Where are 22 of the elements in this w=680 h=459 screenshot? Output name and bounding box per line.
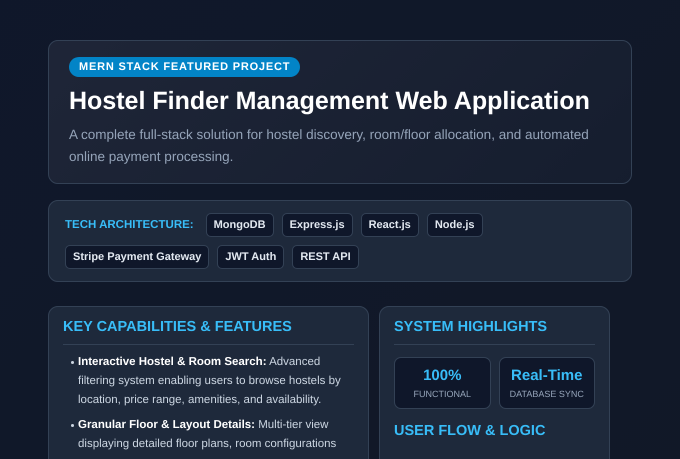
features-heading: KEY CAPABILITIES & FEATURES [63, 319, 354, 345]
feature-text: Interactive Hostel & Room Search: Advanced filtering system enabling users to browse hostels by location, price range, amenities, and availability. [78, 355, 342, 408]
highlights-heading: SYSTEM HIGHLIGHTS [394, 319, 595, 345]
project-title: Hostel Finder Management Web Application [69, 87, 591, 116]
tech-tag: Node.js [426, 213, 483, 237]
tech-tag: MongoDB [206, 213, 274, 237]
tech-tag: Express.js [282, 213, 353, 237]
stat-value: Real-Time [510, 367, 584, 384]
bullet-icon [71, 361, 74, 364]
stat-label: FUNCTIONAL [412, 389, 472, 399]
tech-label: TECH ARCHITECTURE: [65, 219, 194, 231]
bullet-icon [71, 424, 74, 427]
feature-text: Granular Floor & Layout Details: Multi-tier view displaying detailed floor plans, room configurations [78, 418, 338, 452]
project-badge: MERN STACK FEATURED PROJECT [69, 57, 300, 77]
tech-tag: REST API [292, 245, 359, 269]
tech-tag: React.js [360, 213, 419, 237]
project-description: A complete full-stack solution for hostel discovery, room/floor allocation, and automated online payment processing. [69, 126, 590, 166]
stat-label: DATABASE SYNC [508, 389, 585, 399]
tech-tag: JWT Auth [217, 245, 284, 269]
user-flow-heading: USER FLOW & LOGIC [394, 423, 546, 441]
stat-value: 100% [422, 367, 462, 384]
tech-tag: Stripe Payment Gateway [65, 245, 210, 269]
